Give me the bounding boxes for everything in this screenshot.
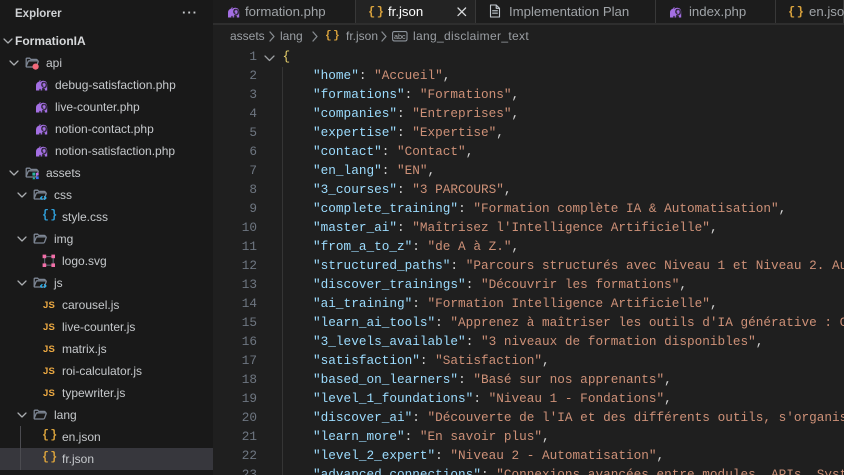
svg-text:abc: abc: [394, 32, 406, 41]
